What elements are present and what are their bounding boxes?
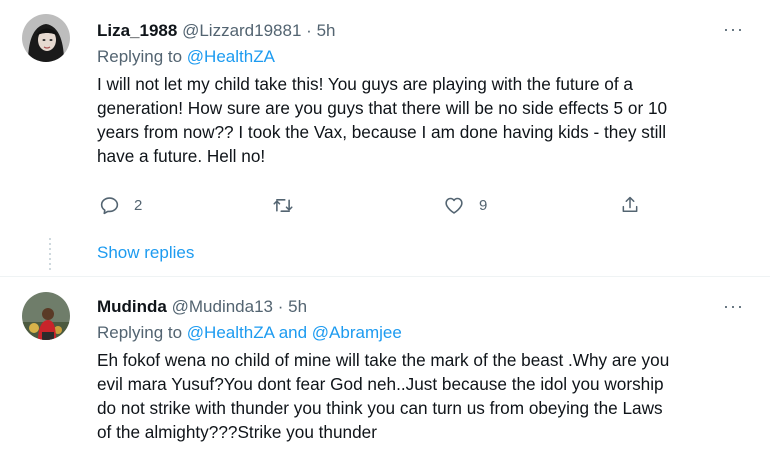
tweet-text-line: evil mara Yusuf?You dont fear God neh..J… (97, 374, 664, 394)
more-options-icon[interactable]: ··· (723, 20, 744, 38)
show-replies-link[interactable]: Show replies (97, 242, 194, 264)
tweet-text-line: Eh fokof wena no child of mine will take… (97, 350, 670, 370)
tweet-text-line: of the almighty???Strike you thunder (97, 422, 377, 442)
tweet-text: I will not let my child take this! You g… (97, 72, 667, 168)
display-name[interactable]: Mudinda (97, 297, 167, 316)
replying-to-link[interactable]: @HealthZA and @Abramjee (187, 323, 402, 342)
tweet-time[interactable]: 5h (317, 21, 336, 40)
retweet-button[interactable] (272, 195, 294, 216)
tweet-text-line: I will not let my child take this! You g… (97, 74, 633, 94)
tweet-divider (0, 276, 770, 277)
like-button[interactable]: 9 (443, 195, 487, 216)
user-handle[interactable]: @Lizzard19881 (182, 21, 301, 40)
avatar-mudinda[interactable] (22, 292, 70, 340)
share-button[interactable] (620, 194, 640, 216)
heart-icon (445, 197, 463, 214)
tweet-text-line: have a future. Hell no! (97, 146, 266, 166)
tweet-text-line: generation! How sure are you guys that t… (97, 98, 668, 118)
replying-prefix: Replying to (97, 323, 183, 342)
reply-count: 2 (134, 197, 143, 214)
tweet-text-line: do not strike with thunder you think you… (97, 398, 663, 418)
reply-icon (100, 197, 119, 215)
tweet-header: Mudinda @Mudinda13 · 5h (97, 296, 307, 318)
thread-connector (49, 238, 51, 270)
share-icon (622, 196, 638, 212)
separator-dot: · (306, 21, 312, 40)
avatar-liza[interactable] (22, 14, 70, 62)
display-name[interactable]: Liza_1988 (97, 21, 177, 40)
retweet-icon (273, 199, 293, 212)
replying-to: Replying to @HealthZA and @Abramjee (97, 322, 402, 344)
replying-prefix: Replying to (97, 47, 183, 66)
like-count: 9 (479, 197, 488, 214)
tweet-time[interactable]: 5h (288, 297, 307, 316)
replying-to-link[interactable]: @HealthZA (187, 47, 275, 66)
more-options-icon[interactable]: ··· (723, 297, 744, 315)
tweet-text: Eh fokof wena no child of mine will take… (97, 348, 669, 444)
tweet-header: Liza_1988 @Lizzard19881 · 5h (97, 20, 335, 42)
user-handle[interactable]: @Mudinda13 (172, 297, 273, 316)
replying-to: Replying to @HealthZA (97, 46, 275, 68)
reply-button[interactable]: 2 (99, 195, 142, 216)
tweet-text-line: years from now?? I took the Vax, because… (97, 122, 667, 142)
separator-dot: · (277, 297, 284, 316)
